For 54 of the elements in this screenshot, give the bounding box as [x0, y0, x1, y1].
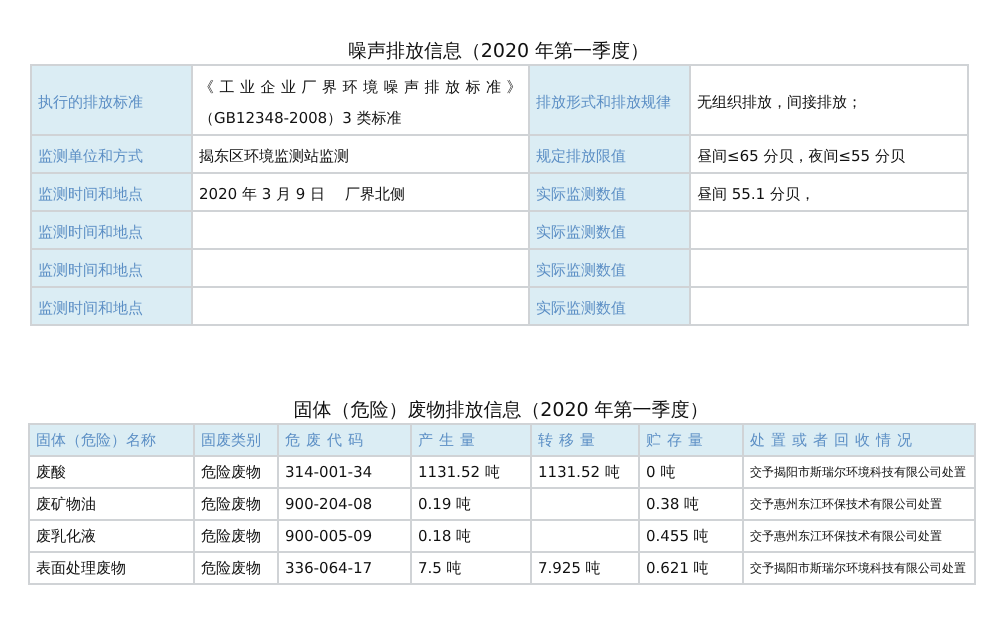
table-cell-text: 314-001-34	[285, 463, 372, 481]
table-cell-text: 废乳化液	[36, 526, 96, 544]
table-cell-text: 交予惠州东江环保技术有限公司处置	[750, 496, 942, 510]
table-cell-text: 7.925 吨	[538, 558, 601, 576]
row-label: 监测单位和方式	[38, 147, 143, 165]
table-cell-text: 900-204-08	[285, 495, 372, 513]
row-label: 执行的排放标准	[38, 93, 143, 111]
column-header: 贮存量	[646, 430, 709, 448]
table-cell-text: 0.18 吨	[418, 526, 472, 544]
table-cell-text: 昼间≤65 分贝，夜间≤55 分贝	[697, 147, 905, 165]
table-cell-text: 危险废物	[201, 494, 261, 512]
column-header: 处置或者回收情况	[750, 430, 918, 448]
table-cell-text: 0.19 吨	[418, 494, 472, 512]
table-cell-text: 无组织排放，间接排放；	[697, 93, 862, 111]
table-cell-text: 揭东区环境监测站监测	[199, 146, 350, 167]
row-label: 监测时间和地点	[38, 185, 143, 203]
row-label: 实际监测数值	[536, 185, 626, 203]
table-cell-text: 900-005-09	[285, 527, 372, 545]
table-cell-text: 表面处理废物	[36, 558, 126, 576]
table-cell-text: 危险废物	[201, 526, 261, 544]
column-header: 产生量	[418, 430, 481, 448]
table-cell-text: 废矿物油	[36, 494, 96, 512]
table-cell-text: 交予揭阳市斯瑞尔环境科技有限公司处置	[750, 464, 966, 478]
table-cell-text: 危险废物	[201, 558, 261, 576]
table-cell-text: 7.5 吨	[418, 558, 462, 576]
column-header: 转移量	[538, 430, 601, 448]
table-cell-text: 危险废物	[201, 462, 261, 480]
table-cell-text: 0.455 吨	[646, 526, 709, 544]
column-header: 固体（危险）名称	[36, 430, 156, 448]
table-cell-text: 0.621 吨	[646, 558, 709, 576]
table-cell-text: 2020 年 3 月 9 日 厂界北侧	[199, 184, 406, 205]
table-title: 噪声排放信息（2020 年第一季度）	[346, 39, 650, 64]
row-label: 监测时间和地点	[38, 223, 143, 241]
table-cell-text: 昼间 55.1 分贝，	[697, 185, 815, 203]
table-cell-text: 交予揭阳市斯瑞尔环境科技有限公司处置	[750, 560, 966, 574]
table-title: 固体（危险）废物排放信息（2020 年第一季度）	[292, 398, 710, 423]
column-header: 固废类别	[201, 430, 261, 448]
row-label: 实际监测数值	[536, 261, 626, 279]
row-label: 监测时间和地点	[38, 299, 143, 317]
table-cell-text: 交予惠州东江环保技术有限公司处置	[750, 528, 942, 542]
table-cell-text: 0 吨	[646, 462, 676, 480]
table-cell-text: （GB12348-2008）3 类标准	[199, 108, 403, 128]
column-header: 危废代码	[285, 430, 369, 448]
row-label: 规定排放限值	[536, 147, 626, 165]
row-label: 实际监测数值	[536, 299, 626, 317]
table-cell-text: 336-064-17	[285, 559, 372, 577]
row-label: 监测时间和地点	[38, 261, 143, 279]
row-label: 排放形式和排放规律	[536, 93, 671, 111]
table-cell-text: 1131.52 吨	[538, 462, 620, 480]
table-cell-text: 废酸	[36, 462, 66, 480]
table-cell-text: 0.38 吨	[646, 494, 700, 512]
row-label: 实际监测数值	[536, 223, 626, 241]
table-cell-text: 《工业企业厂界环境噪声排放标准》	[199, 76, 522, 98]
table-cell-text: 1131.52 吨	[418, 462, 500, 480]
